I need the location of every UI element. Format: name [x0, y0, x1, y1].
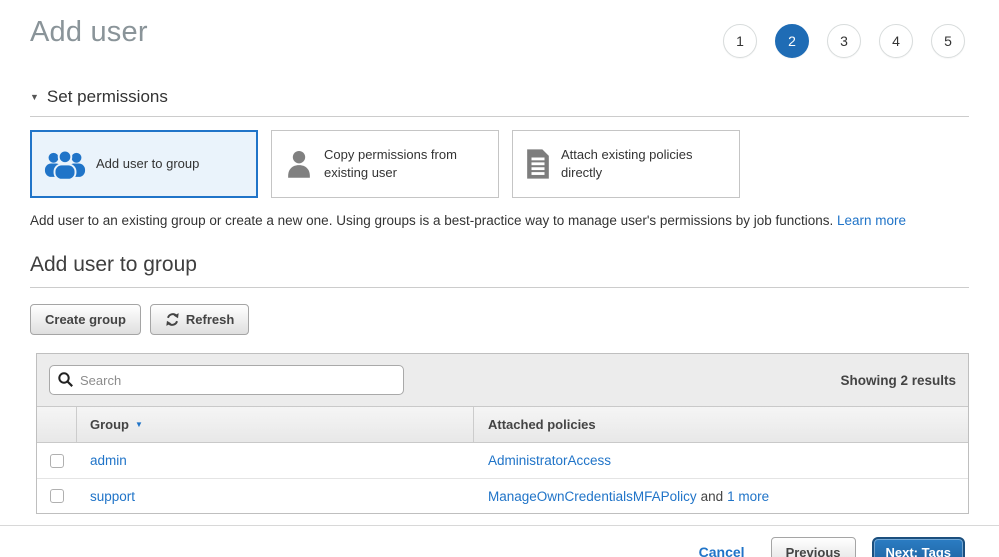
set-permissions-title: Set permissions [47, 87, 168, 107]
group-link[interactable]: support [90, 489, 135, 504]
page-header: Add user 1 2 3 4 5 [30, 16, 969, 58]
policy-link[interactable]: AdministratorAccess [488, 453, 611, 468]
table-actions: Create group Refresh [30, 304, 969, 335]
column-header-attached-policies: Attached policies [473, 407, 968, 442]
step-3[interactable]: 3 [827, 24, 861, 58]
policies-column-label: Attached policies [488, 417, 596, 432]
card-label: Attach existing policies directly [561, 146, 727, 181]
refresh-button[interactable]: Refresh [150, 304, 249, 335]
table-row-support: support ManageOwnCredentialsMFAPolicy an… [37, 478, 968, 513]
next-tags-button[interactable]: Next: Tags [872, 537, 966, 557]
previous-button[interactable]: Previous [771, 537, 856, 557]
table-row-admin: admin AdministratorAccess [37, 443, 968, 478]
set-permissions-header[interactable]: ▼ Set permissions [30, 87, 969, 117]
wizard-footer: Cancel Previous Next: Tags [0, 526, 999, 557]
card-attach-policies[interactable]: Attach existing policies directly [512, 130, 740, 198]
refresh-label: Refresh [186, 312, 234, 327]
column-header-group[interactable]: Group ▼ [77, 417, 474, 432]
header-checkbox-cell [37, 407, 77, 442]
card-copy-permissions[interactable]: Copy permissions from existing user [271, 130, 499, 198]
wizard-steps: 1 2 3 4 5 [705, 24, 965, 58]
search-icon [57, 371, 74, 393]
step-1[interactable]: 1 [723, 24, 757, 58]
permission-option-cards: Add user to group Copy permissions from … [30, 130, 969, 198]
group-column-label: Group [90, 417, 129, 432]
card-add-user-to-group[interactable]: Add user to group [30, 130, 258, 198]
card-label: Copy permissions from existing user [324, 146, 486, 181]
step-2-active[interactable]: 2 [775, 24, 809, 58]
policy-link[interactable]: ManageOwnCredentialsMFAPolicy [488, 489, 697, 504]
cancel-button[interactable]: Cancel [699, 544, 745, 557]
main-content: Add user 1 2 3 4 5 ▼ Set permissions [0, 0, 999, 514]
document-icon [525, 148, 551, 180]
results-count: Showing 2 results [840, 373, 956, 388]
table-toolbar: Showing 2 results [37, 354, 968, 406]
card-label: Add user to group [96, 155, 199, 173]
user-icon [284, 148, 314, 180]
next-label: Next: Tags [886, 545, 952, 557]
row-checkbox[interactable] [50, 454, 64, 468]
row-checkbox[interactable] [50, 489, 64, 503]
collapse-icon: ▼ [30, 92, 39, 102]
search-input[interactable] [49, 365, 404, 395]
table-header-row: Group ▼ Attached policies [37, 406, 968, 443]
add-user-to-group-title: Add user to group [30, 253, 969, 288]
sort-desc-icon: ▼ [135, 420, 143, 429]
previous-label: Previous [786, 545, 841, 557]
group-link[interactable]: admin [90, 453, 127, 468]
groups-table: Showing 2 results Group ▼ Attached polici… [36, 353, 969, 514]
create-group-label: Create group [45, 312, 126, 327]
refresh-icon [165, 312, 180, 327]
learn-more-link[interactable]: Learn more [837, 213, 906, 228]
group-icon [44, 149, 86, 179]
page-title: Add user [30, 16, 148, 49]
and-text: and [701, 489, 724, 504]
create-group-button[interactable]: Create group [30, 304, 141, 335]
step-4[interactable]: 4 [879, 24, 913, 58]
description-text: Add user to an existing group or create … [30, 213, 833, 228]
more-policies-link[interactable]: 1 more [727, 489, 769, 504]
permissions-description: Add user to an existing group or create … [30, 213, 969, 228]
step-5[interactable]: 5 [931, 24, 965, 58]
search-box [49, 365, 404, 395]
